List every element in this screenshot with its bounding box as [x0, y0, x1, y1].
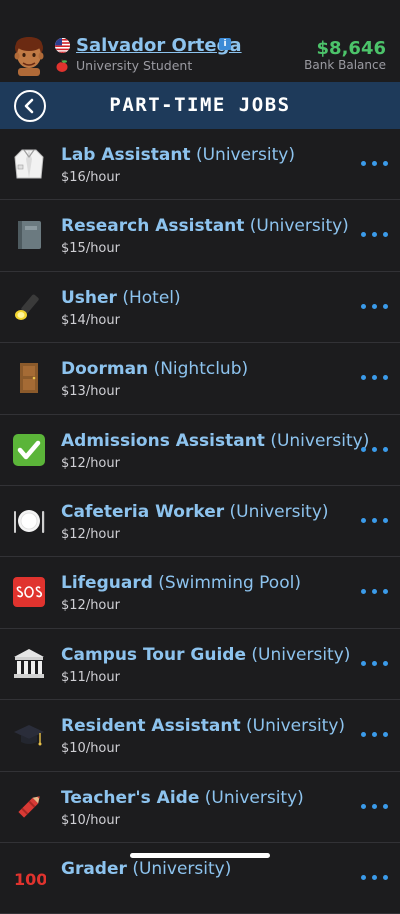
job-pay: $12/hour	[61, 598, 120, 614]
job-employer: (University)	[195, 145, 295, 165]
more-options-button[interactable]	[361, 159, 388, 169]
job-name: Campus Tour Guide	[61, 644, 246, 665]
job-title-line: Teacher's Aide (University)	[61, 788, 304, 808]
more-options-button[interactable]	[361, 302, 388, 312]
job-employer: (University)	[249, 216, 349, 237]
job-employer: (University)	[270, 430, 370, 451]
job-title-line: Admissions Assistant (University)	[61, 431, 369, 451]
job-row-research-assistant[interactable]: Research Assistant (University) $15/hour	[0, 200, 400, 272]
job-title-line: Resident Assistant (University)	[61, 716, 345, 736]
job-title-line: Usher (Hotel)	[61, 288, 181, 308]
more-options-button[interactable]	[361, 516, 388, 526]
svg-text:100: 100	[14, 870, 46, 889]
job-name: Resident Assistant	[61, 716, 241, 737]
more-options-button[interactable]	[361, 445, 388, 455]
job-employer: (University)	[251, 644, 351, 665]
job-employer: (Nightclub)	[153, 359, 249, 380]
sos-icon	[13, 577, 45, 608]
player-status: University Student	[76, 58, 193, 73]
job-row-admissions-assistant[interactable]: Admissions Assistant (University) $12/ho…	[0, 415, 400, 486]
more-options-button[interactable]	[361, 587, 388, 597]
jobs-list: Lab Assistant (University) $16/hour Rese…	[0, 129, 400, 914]
job-pay: $11/hour	[61, 669, 120, 685]
job-name: Usher	[61, 287, 117, 308]
job-title-line: Grader (University)	[61, 859, 231, 879]
more-options-button[interactable]	[361, 730, 388, 740]
player-name[interactable]: Salvador Ortega	[76, 35, 242, 56]
job-employer: (University)	[132, 858, 232, 879]
job-row-doorman[interactable]: Doorman (Nightclub) $13/hour	[0, 343, 400, 415]
job-employer: (University)	[246, 716, 346, 737]
us-flag-icon	[55, 38, 70, 53]
job-row-lifeguard[interactable]: Lifeguard (Swimming Pool) $12/hour	[0, 557, 400, 629]
job-pay: $12/hour	[61, 455, 120, 471]
more-options-button[interactable]	[361, 230, 388, 240]
bank-balance-label: Bank Balance	[304, 58, 386, 72]
lab-coat-icon	[14, 149, 44, 179]
avatar[interactable]	[10, 34, 48, 76]
door-icon	[20, 363, 38, 394]
more-options-button[interactable]	[361, 659, 388, 669]
job-title-line: Doorman (Nightclub)	[61, 359, 248, 379]
page-title: PART-TIME JOBS	[109, 94, 291, 116]
job-name: Lab Assistant	[61, 145, 191, 165]
plate-cutlery-icon	[14, 509, 45, 533]
job-title-line: Research Assistant (University)	[61, 216, 349, 236]
job-name: Teacher's Aide	[61, 787, 200, 808]
flashlight-icon	[15, 294, 39, 320]
bank-balance: $8,646	[316, 38, 386, 59]
more-options-button[interactable]	[361, 802, 388, 812]
job-name: Cafeteria Worker	[61, 501, 225, 522]
info-icon[interactable]: i	[219, 38, 231, 50]
hundred-points-icon: 100	[14, 870, 46, 889]
job-name: Research Assistant	[61, 216, 245, 237]
job-pay: $12/hour	[61, 526, 120, 542]
apple-icon	[56, 59, 68, 74]
job-name: Doorman	[61, 359, 149, 380]
job-row-teachers-aide[interactable]: Teacher's Aide (University) $10/hour	[0, 772, 400, 843]
job-title-line: Lab Assistant (University)	[61, 145, 295, 165]
profile-header: Salvador Ortega i University Student $8,…	[0, 0, 400, 82]
crayon-icon	[18, 795, 40, 818]
job-employer: (Hotel)	[122, 287, 181, 308]
job-pay: $13/hour	[61, 384, 120, 400]
job-pay: $15/hour	[61, 241, 120, 257]
job-title-line: Cafeteria Worker (University)	[61, 502, 329, 522]
graduation-cap-icon	[14, 725, 44, 746]
classical-building-icon	[14, 648, 44, 678]
job-row-campus-tour-guide[interactable]: Campus Tour Guide (University) $11/hour	[0, 629, 400, 701]
job-pay: $10/hour	[61, 812, 120, 828]
job-title-line: Campus Tour Guide (University)	[61, 645, 350, 665]
more-options-button[interactable]	[361, 373, 388, 383]
job-name: Grader	[61, 858, 127, 879]
more-options-button[interactable]	[361, 873, 388, 883]
job-name: Lifeguard	[61, 573, 153, 594]
job-employer: (Swimming Pool)	[158, 573, 301, 594]
job-row-usher[interactable]: Usher (Hotel) $14/hour	[0, 272, 400, 344]
job-row-resident-assistant[interactable]: Resident Assistant (University) $10/hour	[0, 700, 400, 772]
job-row-cafeteria-worker[interactable]: Cafeteria Worker (University) $12/hour	[0, 486, 400, 558]
home-indicator[interactable]	[130, 853, 270, 858]
job-employer: (University)	[204, 787, 304, 808]
job-pay: $10/hour	[61, 741, 120, 757]
job-pay: $16/hour	[61, 170, 120, 185]
job-pay: $14/hour	[61, 312, 120, 328]
checkmark-icon	[13, 433, 45, 466]
job-row-lab-assistant[interactable]: Lab Assistant (University) $16/hour	[0, 129, 400, 201]
job-employer: (University)	[229, 501, 329, 522]
job-title-line: Lifeguard (Swimming Pool)	[61, 573, 301, 593]
nav-bar: PART-TIME JOBS	[0, 82, 400, 129]
job-name: Admissions Assistant	[61, 430, 265, 451]
notebook-icon	[18, 221, 41, 250]
